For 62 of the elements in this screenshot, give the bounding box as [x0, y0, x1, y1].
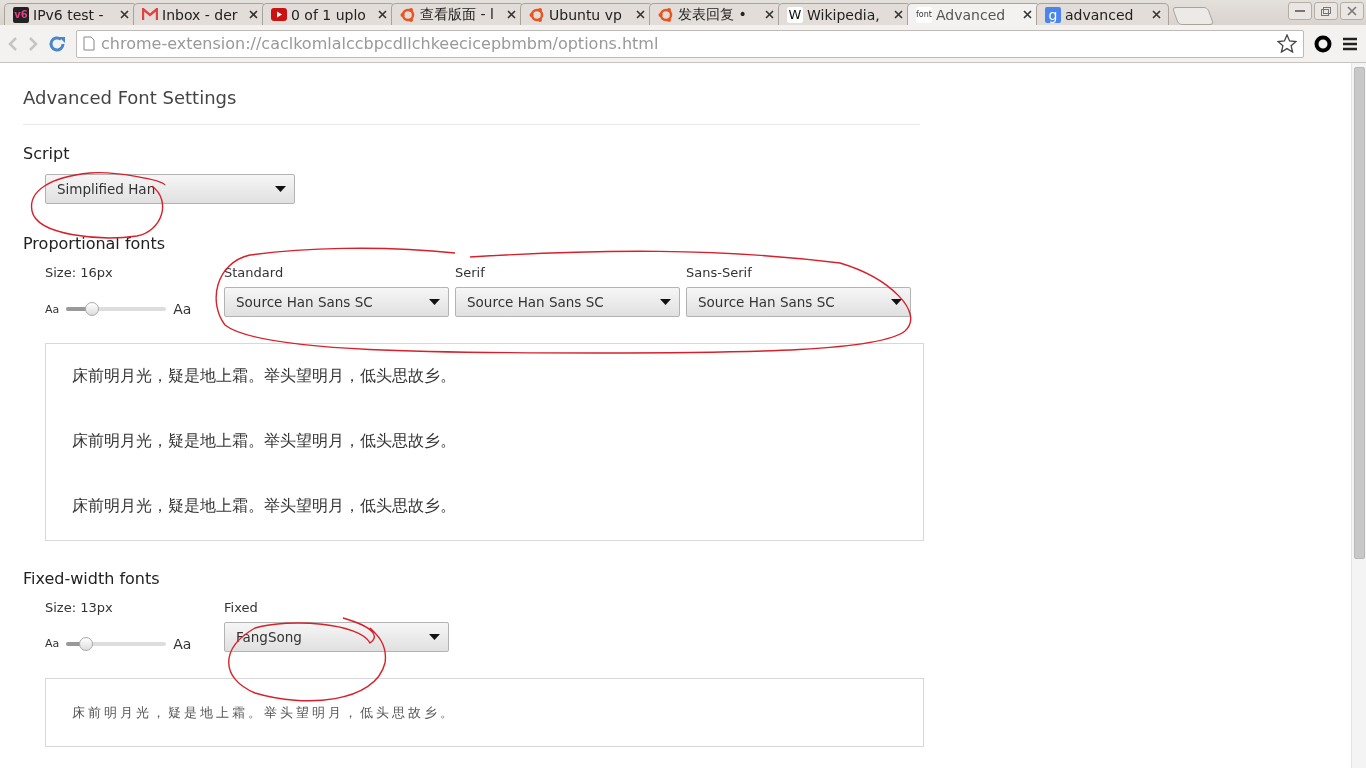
slider-thumb[interactable] [79, 636, 94, 651]
reload-icon[interactable] [48, 34, 66, 53]
favicon-icon: v6 [13, 6, 29, 23]
page-title: Advanced Font Settings [23, 87, 920, 125]
section-heading: Proportional fonts [23, 234, 167, 253]
page-icon [83, 36, 95, 51]
menu-icon[interactable] [1342, 36, 1358, 51]
play-icon [271, 8, 287, 21]
slider-thumb[interactable] [85, 302, 100, 316]
font-label: Serif [455, 265, 486, 280]
sample-text: 床前明月光，疑是地上霜。举头望明月，低头思故乡。 [72, 496, 457, 516]
section-heading: Fixed-width fonts [23, 568, 161, 588]
close-icon[interactable] [249, 10, 258, 19]
ubuntu-icon [529, 6, 545, 23]
dropdown-caret-icon [660, 299, 671, 305]
script-select[interactable]: Simplified Han [45, 174, 295, 204]
font-select[interactable]: Source Han Sans SC [224, 287, 449, 317]
close-icon[interactable] [765, 10, 774, 19]
sample-text: 床前明月光，疑是地上霜。举头望明月，低头思故乡。 [72, 366, 457, 386]
dropdown-caret-icon [429, 299, 440, 305]
restore-button[interactable] [1314, 2, 1338, 20]
font-select[interactable]: Source Han Sans SC [455, 287, 680, 317]
favicon-icon: g [1045, 6, 1061, 23]
ubuntu-icon [400, 6, 416, 23]
large-sample-label: Aa [173, 301, 192, 317]
minimize-icon [1295, 10, 1305, 12]
font-label: Standard [224, 265, 285, 280]
restore-icon [1321, 6, 1331, 16]
dropdown-caret-icon [429, 633, 440, 640]
sample-text: 床前明月光，疑是地上霜。举头望明月，低头思故乡。 [72, 704, 457, 721]
font-label: Sans-Serif [686, 265, 753, 280]
font-label: Fixed [224, 599, 259, 615]
font-select[interactable]: Source Han Sans SC [686, 287, 911, 317]
small-sample-label: Aa [45, 637, 60, 651]
size-label: Size: 13px [45, 599, 114, 615]
size-label: Size: 16px [45, 265, 114, 280]
browser-tab[interactable]: g advanced [1036, 3, 1169, 25]
mail-icon [142, 8, 158, 21]
section-heading: Script [23, 144, 71, 163]
favicon-icon: font [916, 6, 932, 23]
star-icon[interactable] [1277, 34, 1297, 53]
close-icon[interactable] [120, 10, 129, 19]
large-sample-label: Aa [173, 635, 192, 652]
close-icon[interactable] [636, 10, 645, 19]
small-sample-label: Aa [45, 302, 60, 316]
close-icon[interactable] [507, 10, 516, 19]
sample-text: 床前明月光，疑是地上霜。举头望明月，低头思故乡。 [72, 431, 457, 451]
close-icon [1347, 6, 1357, 16]
ring-icon[interactable] [1314, 34, 1332, 53]
close-icon[interactable] [1152, 10, 1161, 19]
minimize-button[interactable] [1288, 2, 1312, 20]
size-slider[interactable] [66, 302, 167, 316]
close-icon[interactable] [378, 10, 387, 19]
dropdown-caret-icon [275, 186, 286, 192]
ubuntu-icon [658, 6, 674, 23]
scrollbar-thumb[interactable] [1353, 67, 1365, 559]
dropdown-caret-icon [891, 299, 902, 305]
close-icon[interactable] [894, 10, 903, 19]
size-slider[interactable] [66, 636, 167, 651]
favicon-icon: W [787, 6, 803, 23]
close-icon[interactable] [1023, 10, 1032, 19]
close-window-button[interactable] [1340, 2, 1364, 20]
